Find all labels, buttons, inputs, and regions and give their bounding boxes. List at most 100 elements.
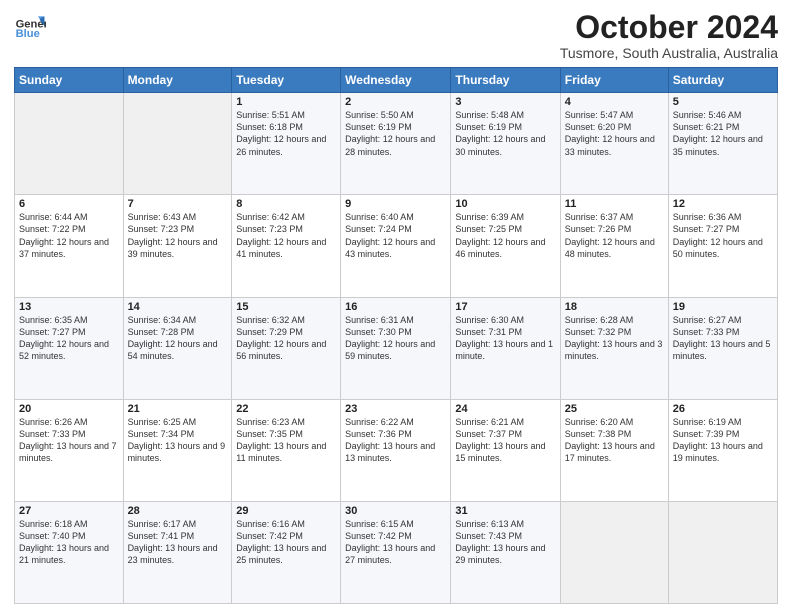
day-number: 26 [673,403,773,415]
day-number: 18 [565,301,664,313]
day-info: Sunrise: 6:13 AM Sunset: 7:43 PM Dayligh… [455,518,555,567]
calendar-week-row: 20Sunrise: 6:26 AM Sunset: 7:33 PM Dayli… [15,399,778,501]
calendar-cell: 11Sunrise: 6:37 AM Sunset: 7:26 PM Dayli… [560,195,668,297]
calendar-cell: 19Sunrise: 6:27 AM Sunset: 7:33 PM Dayli… [668,297,777,399]
day-number: 15 [236,301,336,313]
day-info: Sunrise: 6:28 AM Sunset: 7:32 PM Dayligh… [565,314,664,363]
month-year-title: October 2024 [560,10,778,45]
calendar-cell: 25Sunrise: 6:20 AM Sunset: 7:38 PM Dayli… [560,399,668,501]
day-info: Sunrise: 6:43 AM Sunset: 7:23 PM Dayligh… [128,211,228,260]
day-info: Sunrise: 6:27 AM Sunset: 7:33 PM Dayligh… [673,314,773,363]
day-number: 22 [236,403,336,415]
calendar-cell: 26Sunrise: 6:19 AM Sunset: 7:39 PM Dayli… [668,399,777,501]
col-saturday: Saturday [668,68,777,93]
day-info: Sunrise: 6:42 AM Sunset: 7:23 PM Dayligh… [236,211,336,260]
calendar-cell: 6Sunrise: 6:44 AM Sunset: 7:22 PM Daylig… [15,195,124,297]
calendar-cell: 15Sunrise: 6:32 AM Sunset: 7:29 PM Dayli… [232,297,341,399]
col-wednesday: Wednesday [341,68,451,93]
calendar-cell: 31Sunrise: 6:13 AM Sunset: 7:43 PM Dayli… [451,501,560,603]
day-number: 29 [236,505,336,517]
day-info: Sunrise: 6:30 AM Sunset: 7:31 PM Dayligh… [455,314,555,363]
day-number: 19 [673,301,773,313]
col-monday: Monday [123,68,232,93]
calendar-cell: 4Sunrise: 5:47 AM Sunset: 6:20 PM Daylig… [560,93,668,195]
calendar-week-row: 27Sunrise: 6:18 AM Sunset: 7:40 PM Dayli… [15,501,778,603]
day-number: 31 [455,505,555,517]
calendar-week-row: 1Sunrise: 5:51 AM Sunset: 6:18 PM Daylig… [15,93,778,195]
calendar-cell: 28Sunrise: 6:17 AM Sunset: 7:41 PM Dayli… [123,501,232,603]
day-number: 16 [345,301,446,313]
day-number: 20 [19,403,119,415]
day-info: Sunrise: 6:26 AM Sunset: 7:33 PM Dayligh… [19,416,119,465]
calendar-cell: 3Sunrise: 5:48 AM Sunset: 6:19 PM Daylig… [451,93,560,195]
calendar-cell [668,501,777,603]
calendar-cell: 2Sunrise: 5:50 AM Sunset: 6:19 PM Daylig… [341,93,451,195]
day-number: 10 [455,198,555,210]
calendar-cell [123,93,232,195]
page: General Blue October 2024 Tusmore, South… [0,0,792,612]
calendar-cell: 14Sunrise: 6:34 AM Sunset: 7:28 PM Dayli… [123,297,232,399]
calendar-cell [560,501,668,603]
logo: General Blue [14,10,46,42]
day-info: Sunrise: 5:50 AM Sunset: 6:19 PM Dayligh… [345,109,446,158]
day-info: Sunrise: 6:40 AM Sunset: 7:24 PM Dayligh… [345,211,446,260]
calendar-cell: 1Sunrise: 5:51 AM Sunset: 6:18 PM Daylig… [232,93,341,195]
day-number: 7 [128,198,228,210]
day-info: Sunrise: 6:36 AM Sunset: 7:27 PM Dayligh… [673,211,773,260]
day-info: Sunrise: 6:18 AM Sunset: 7:40 PM Dayligh… [19,518,119,567]
calendar-cell: 10Sunrise: 6:39 AM Sunset: 7:25 PM Dayli… [451,195,560,297]
day-number: 8 [236,198,336,210]
day-info: Sunrise: 6:23 AM Sunset: 7:35 PM Dayligh… [236,416,336,465]
location-subtitle: Tusmore, South Australia, Australia [560,45,778,61]
day-info: Sunrise: 6:25 AM Sunset: 7:34 PM Dayligh… [128,416,228,465]
day-number: 5 [673,96,773,108]
day-number: 2 [345,96,446,108]
calendar-cell: 30Sunrise: 6:15 AM Sunset: 7:42 PM Dayli… [341,501,451,603]
day-number: 21 [128,403,228,415]
calendar-body: 1Sunrise: 5:51 AM Sunset: 6:18 PM Daylig… [15,93,778,604]
day-info: Sunrise: 6:39 AM Sunset: 7:25 PM Dayligh… [455,211,555,260]
calendar-week-row: 13Sunrise: 6:35 AM Sunset: 7:27 PM Dayli… [15,297,778,399]
day-number: 3 [455,96,555,108]
day-number: 11 [565,198,664,210]
calendar-cell: 24Sunrise: 6:21 AM Sunset: 7:37 PM Dayli… [451,399,560,501]
calendar-table: Sunday Monday Tuesday Wednesday Thursday… [14,67,778,604]
calendar-cell: 23Sunrise: 6:22 AM Sunset: 7:36 PM Dayli… [341,399,451,501]
col-friday: Friday [560,68,668,93]
calendar-cell: 16Sunrise: 6:31 AM Sunset: 7:30 PM Dayli… [341,297,451,399]
svg-text:Blue: Blue [16,28,40,40]
calendar-week-row: 6Sunrise: 6:44 AM Sunset: 7:22 PM Daylig… [15,195,778,297]
title-block: October 2024 Tusmore, South Australia, A… [560,10,778,61]
day-number: 27 [19,505,119,517]
day-info: Sunrise: 6:37 AM Sunset: 7:26 PM Dayligh… [565,211,664,260]
day-info: Sunrise: 6:21 AM Sunset: 7:37 PM Dayligh… [455,416,555,465]
day-info: Sunrise: 6:19 AM Sunset: 7:39 PM Dayligh… [673,416,773,465]
header-row: Sunday Monday Tuesday Wednesday Thursday… [15,68,778,93]
day-number: 12 [673,198,773,210]
calendar-cell: 13Sunrise: 6:35 AM Sunset: 7:27 PM Dayli… [15,297,124,399]
col-sunday: Sunday [15,68,124,93]
day-info: Sunrise: 5:46 AM Sunset: 6:21 PM Dayligh… [673,109,773,158]
day-number: 25 [565,403,664,415]
day-info: Sunrise: 6:15 AM Sunset: 7:42 PM Dayligh… [345,518,446,567]
day-info: Sunrise: 6:22 AM Sunset: 7:36 PM Dayligh… [345,416,446,465]
calendar-cell: 20Sunrise: 6:26 AM Sunset: 7:33 PM Dayli… [15,399,124,501]
day-number: 23 [345,403,446,415]
calendar-cell: 7Sunrise: 6:43 AM Sunset: 7:23 PM Daylig… [123,195,232,297]
calendar-cell: 17Sunrise: 6:30 AM Sunset: 7:31 PM Dayli… [451,297,560,399]
day-number: 17 [455,301,555,313]
calendar-cell: 18Sunrise: 6:28 AM Sunset: 7:32 PM Dayli… [560,297,668,399]
day-number: 24 [455,403,555,415]
day-info: Sunrise: 6:34 AM Sunset: 7:28 PM Dayligh… [128,314,228,363]
day-number: 14 [128,301,228,313]
day-info: Sunrise: 5:47 AM Sunset: 6:20 PM Dayligh… [565,109,664,158]
calendar-cell: 21Sunrise: 6:25 AM Sunset: 7:34 PM Dayli… [123,399,232,501]
day-info: Sunrise: 6:17 AM Sunset: 7:41 PM Dayligh… [128,518,228,567]
calendar-cell: 22Sunrise: 6:23 AM Sunset: 7:35 PM Dayli… [232,399,341,501]
calendar-cell: 8Sunrise: 6:42 AM Sunset: 7:23 PM Daylig… [232,195,341,297]
day-number: 1 [236,96,336,108]
calendar-cell: 12Sunrise: 6:36 AM Sunset: 7:27 PM Dayli… [668,195,777,297]
calendar-cell: 29Sunrise: 6:16 AM Sunset: 7:42 PM Dayli… [232,501,341,603]
day-info: Sunrise: 6:31 AM Sunset: 7:30 PM Dayligh… [345,314,446,363]
calendar-cell: 5Sunrise: 5:46 AM Sunset: 6:21 PM Daylig… [668,93,777,195]
